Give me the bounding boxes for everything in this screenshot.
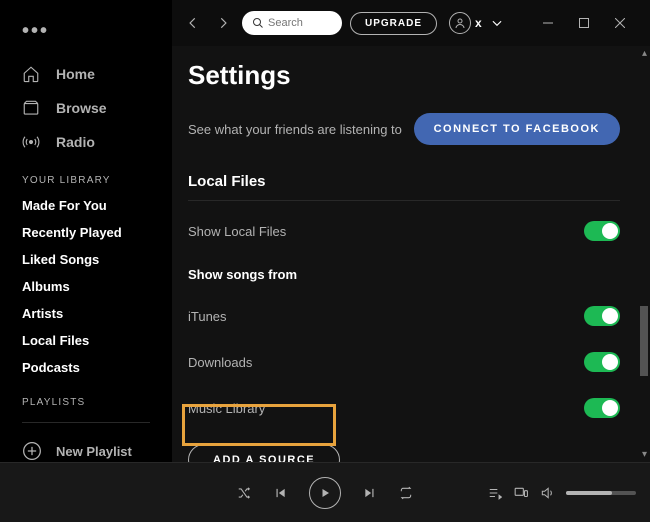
queue-icon[interactable] (488, 486, 502, 500)
nav-home[interactable]: Home (0, 57, 172, 91)
search-icon (252, 17, 264, 29)
nav-browse[interactable]: Browse (0, 91, 172, 125)
main: UPGRADE x (172, 0, 650, 522)
player-bar (0, 462, 650, 522)
window-minimize-button[interactable] (530, 7, 566, 39)
forward-button[interactable] (212, 12, 234, 34)
library-recently-played[interactable]: Recently Played (0, 219, 172, 246)
devices-icon[interactable] (514, 486, 528, 500)
show-local-files-label: Show Local Files (188, 224, 286, 239)
library-header: YOUR LIBRARY (0, 159, 172, 192)
previous-track-icon[interactable] (273, 486, 287, 500)
search-input[interactable] (268, 17, 328, 29)
library-made-for-you[interactable]: Made For You (0, 192, 172, 219)
source-music-library-label: Music Library (188, 401, 265, 416)
repeat-icon[interactable] (399, 486, 413, 500)
next-track-icon[interactable] (363, 486, 377, 500)
home-icon (22, 65, 44, 83)
social-description: See what your friends are listening to (188, 122, 402, 137)
source-downloads-label: Downloads (188, 355, 252, 370)
library-podcasts[interactable]: Podcasts (0, 354, 172, 381)
topbar: UPGRADE x (172, 0, 650, 46)
library-albums[interactable]: Albums (0, 273, 172, 300)
nav-label: Browse (56, 100, 107, 116)
source-downloads-toggle[interactable] (584, 352, 620, 372)
new-playlist-label: New Playlist (56, 444, 132, 459)
user-menu-chevron-icon[interactable] (486, 16, 508, 30)
library-local-files[interactable]: Local Files (0, 327, 172, 354)
browse-icon (22, 99, 44, 117)
window-maximize-button[interactable] (566, 7, 602, 39)
more-menu-icon[interactable]: ••• (0, 12, 172, 57)
plus-circle-icon (22, 441, 44, 461)
volume-slider[interactable] (566, 491, 636, 495)
source-music-library-toggle[interactable] (584, 398, 620, 418)
divider (188, 200, 620, 201)
search-box[interactable] (242, 11, 342, 35)
settings-content: Settings See what your friends are liste… (172, 46, 650, 522)
source-itunes-toggle[interactable] (584, 306, 620, 326)
library-artists[interactable]: Artists (0, 300, 172, 327)
upgrade-button[interactable]: UPGRADE (350, 12, 437, 35)
show-local-files-toggle[interactable] (584, 221, 620, 241)
divider (22, 422, 150, 423)
username: x (475, 16, 482, 30)
page-title: Settings (188, 60, 620, 91)
library-liked-songs[interactable]: Liked Songs (0, 246, 172, 273)
nav-radio[interactable]: Radio (0, 125, 172, 159)
playlists-header: PLAYLISTS (0, 381, 172, 414)
show-songs-from-heading: Show songs from (188, 267, 620, 282)
radio-icon (22, 133, 44, 151)
shuffle-icon[interactable] (237, 486, 251, 500)
connect-facebook-button[interactable]: CONNECT TO FACEBOOK (414, 113, 620, 145)
nav-label: Radio (56, 134, 95, 150)
sidebar: ••• Home Browse Radio YOUR LIBRARY Made … (0, 0, 172, 522)
scrollbar-thumb[interactable] (640, 306, 648, 376)
local-files-heading: Local Files (188, 173, 620, 190)
play-button[interactable] (309, 477, 341, 509)
scroll-down-icon[interactable]: ▾ (642, 449, 647, 460)
back-button[interactable] (182, 12, 204, 34)
nav-label: Home (56, 66, 95, 82)
window-close-button[interactable] (602, 7, 638, 39)
user-avatar-icon[interactable] (449, 12, 471, 34)
scroll-up-icon[interactable]: ▴ (642, 48, 647, 59)
volume-icon[interactable] (540, 486, 554, 500)
source-itunes-label: iTunes (188, 309, 227, 324)
